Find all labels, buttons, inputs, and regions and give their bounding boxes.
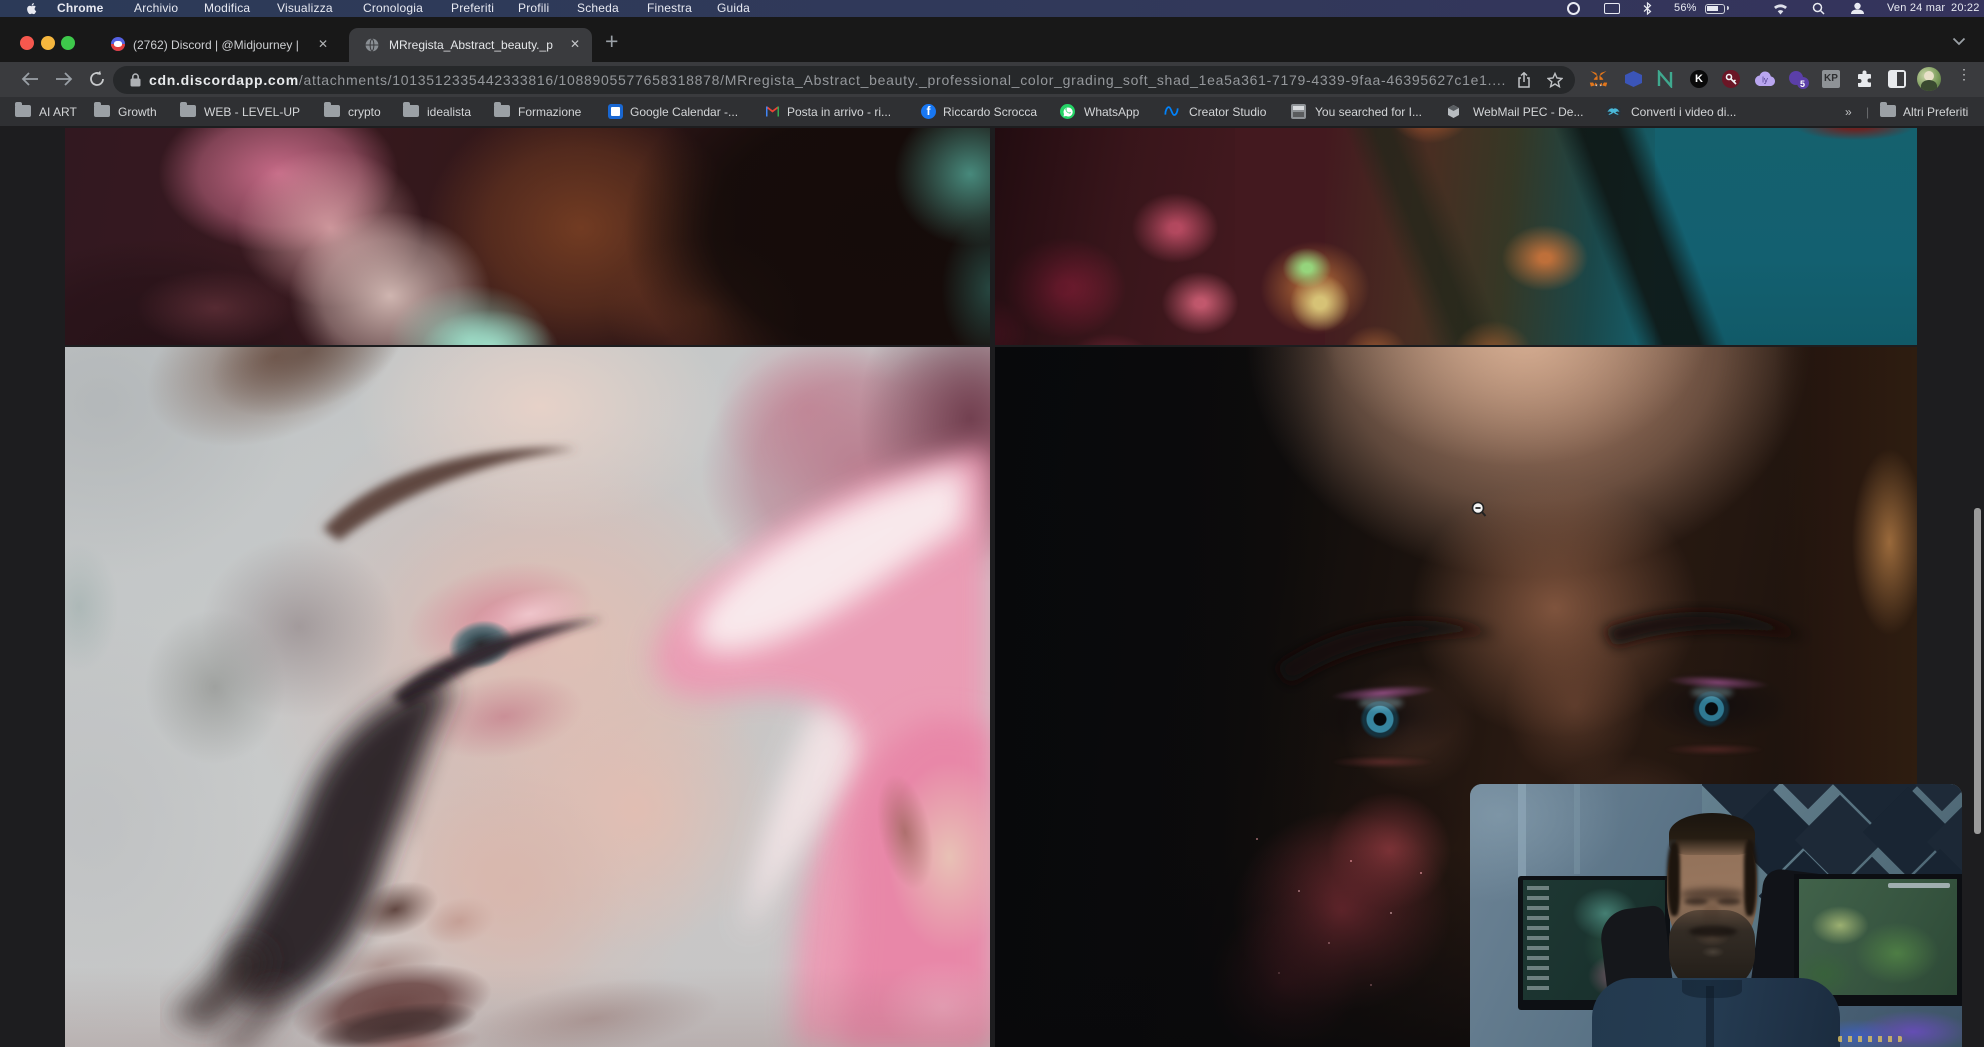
svg-text:ly: ly	[1762, 76, 1768, 85]
